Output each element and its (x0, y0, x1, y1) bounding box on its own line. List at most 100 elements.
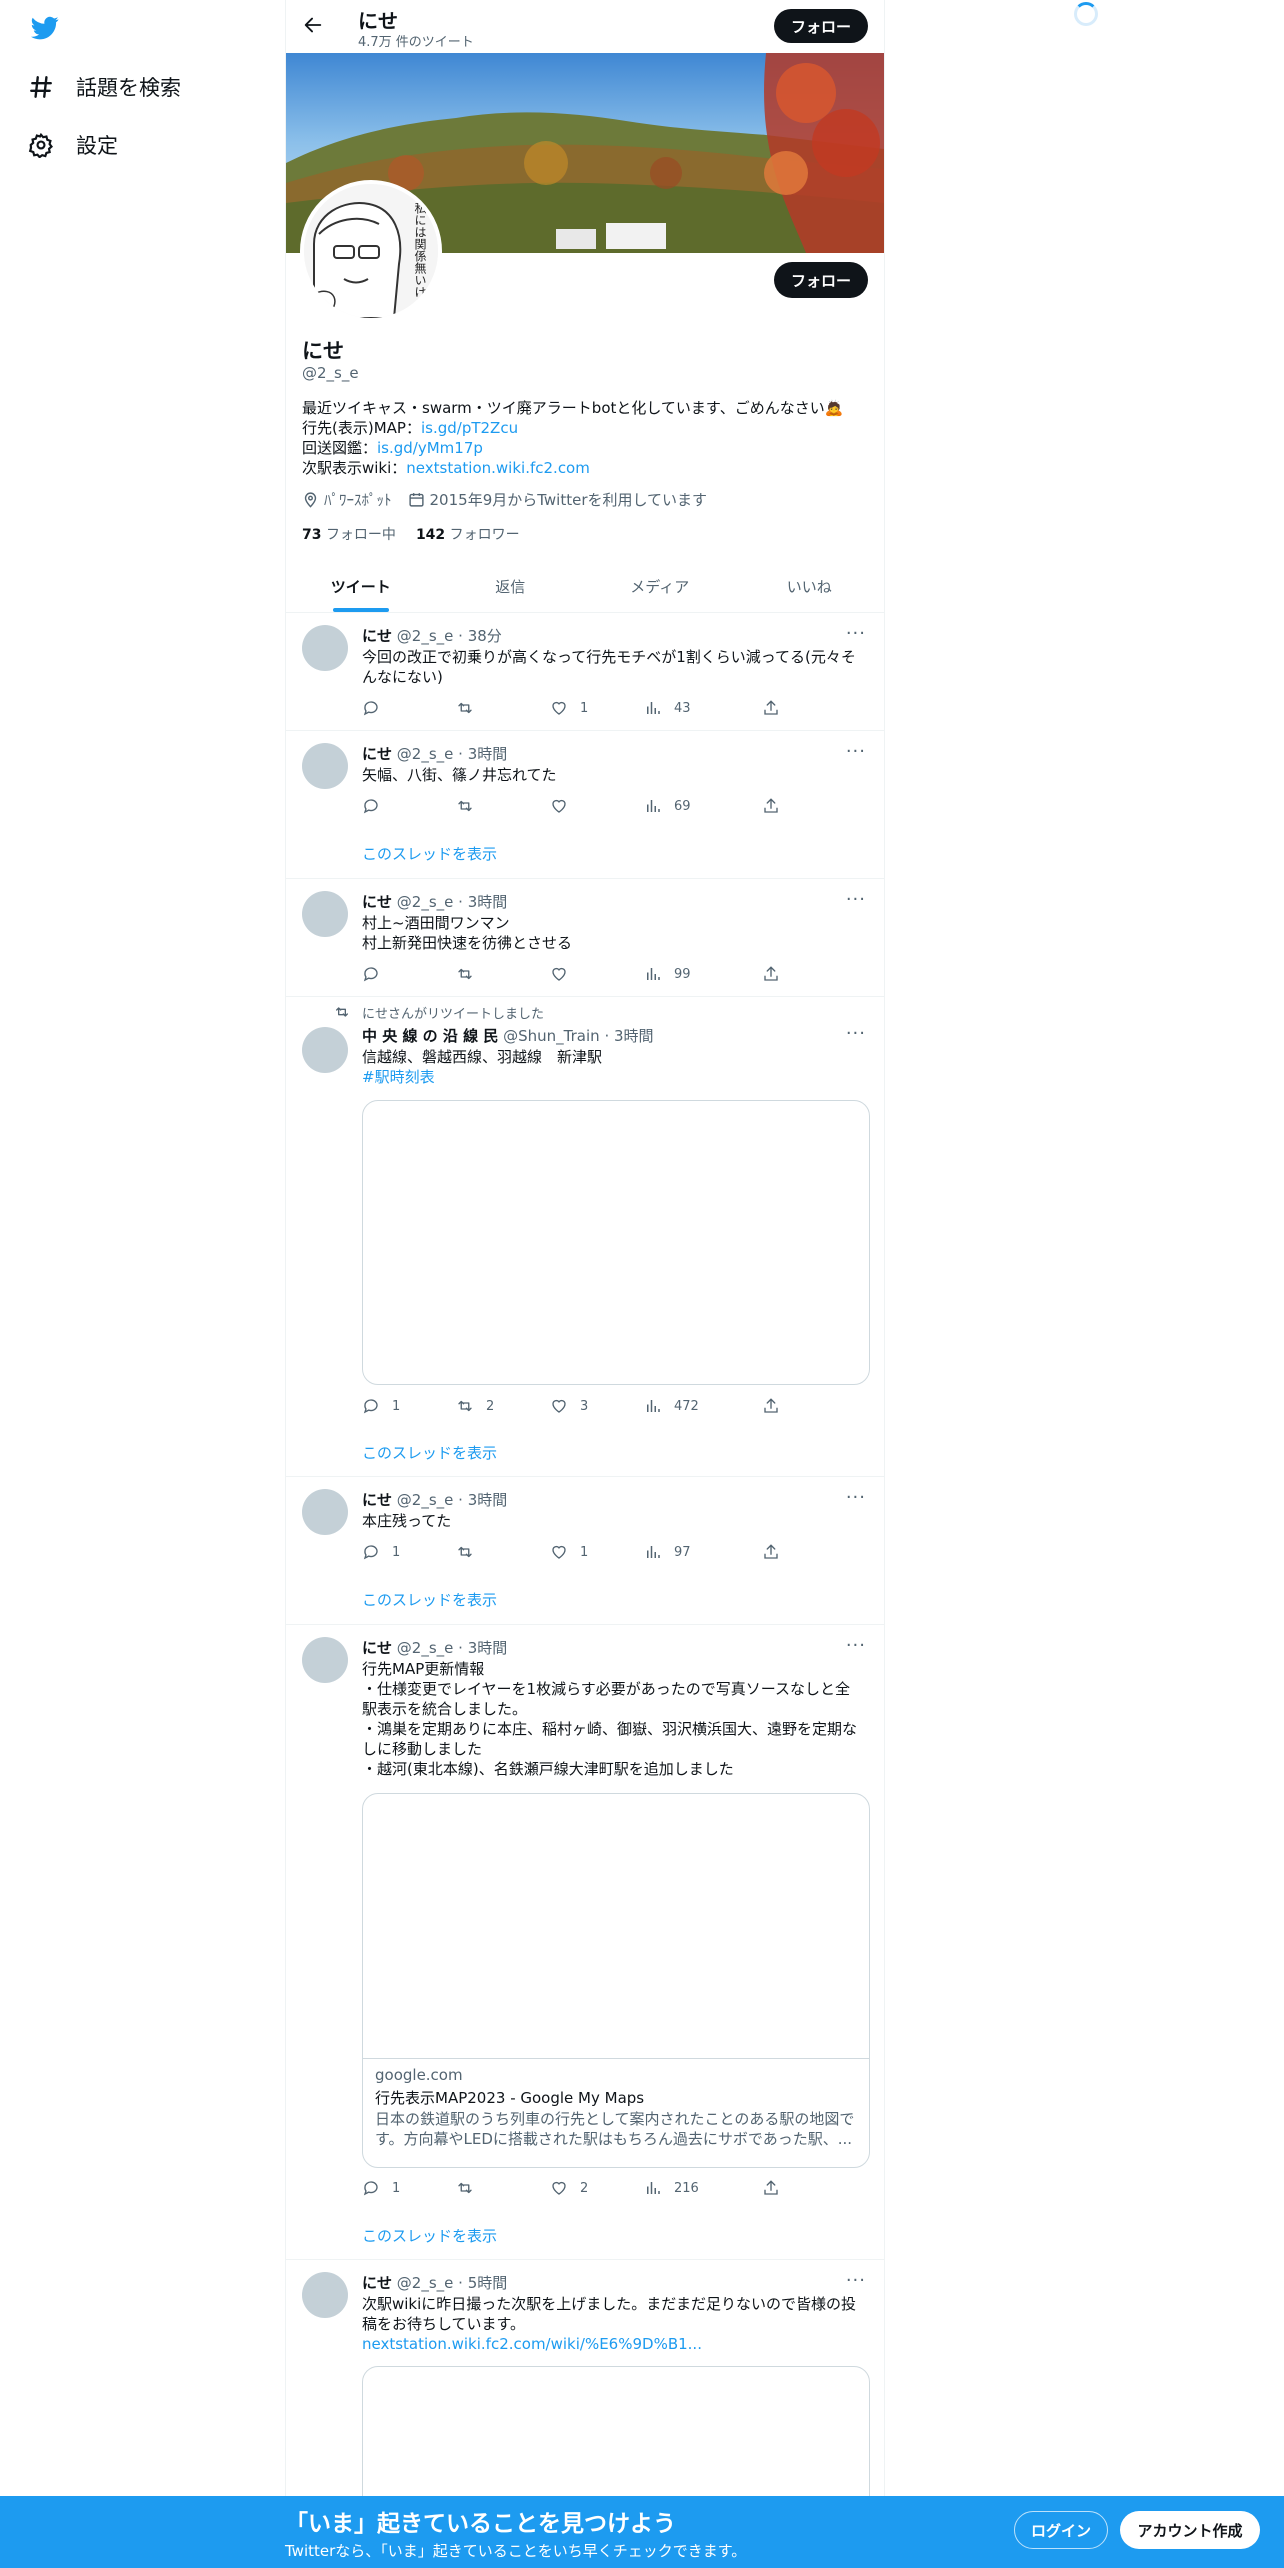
profile-follow-button[interactable]: フォロー (774, 262, 868, 298)
more-options-icon[interactable]: ··· (846, 889, 866, 910)
show-thread-link[interactable]: このスレッドを表示 (362, 1442, 497, 1463)
reply-button[interactable]: 1 (362, 1397, 400, 1415)
tweet-time[interactable]: 3時間 (468, 745, 508, 763)
tweet-time[interactable]: 3時間 (468, 893, 508, 911)
tweet[interactable]: にせ @2_s_e · 3時間 ··· 矢幅、八街、篠ノ井忘れてた 69 このス… (286, 731, 884, 879)
tweet-time[interactable]: 5時間 (468, 2274, 508, 2292)
tweet-author-name[interactable]: にせ (362, 627, 392, 645)
tweet[interactable]: にせ @2_s_e · 3時間 ··· 村上~酒田間ワンマン 村上新発田快速を彷… (286, 879, 884, 997)
link-card-domain: google.com (375, 2066, 463, 2084)
tab-likes[interactable]: いいね (735, 560, 885, 612)
bio-kaiso-link[interactable]: is.gd/yMm17p (377, 439, 483, 457)
tweet-time[interactable]: 3時間 (468, 1639, 508, 1657)
bio-line: 最近ツイキャス・swarm・ツイ廃アラートbotと化しています、ごめんなさい🙇 (302, 399, 844, 417)
tweet-avatar[interactable] (302, 1489, 348, 1535)
tweet-author-name[interactable]: 中 央 線 の 沿 線 民 (362, 1027, 498, 1045)
tweet[interactable]: にせ @2_s_e · 3時間 ··· 本庄残ってた 1 1 97 このスレッド… (286, 1477, 884, 1625)
tweet-avatar[interactable] (302, 1027, 348, 1073)
share-button[interactable] (762, 797, 780, 815)
retweet-button[interactable] (456, 699, 486, 717)
views-button[interactable]: 69 (644, 797, 691, 815)
tweet-avatar[interactable] (302, 2272, 348, 2318)
share-button[interactable] (762, 699, 780, 717)
views-count: 216 (674, 2180, 699, 2196)
tweet-author-name[interactable]: にせ (362, 1491, 392, 1509)
header-follow-button[interactable]: フォロー (774, 9, 868, 43)
retweeted-by-label[interactable]: にせさんがリツイートしました (362, 1003, 544, 1022)
reply-button[interactable] (362, 699, 392, 717)
more-options-icon[interactable]: ··· (846, 1487, 866, 1508)
share-button[interactable] (762, 1543, 780, 1561)
hashtag-link[interactable]: #駅時刻表 (362, 1068, 435, 1086)
views-count: 99 (674, 966, 691, 982)
show-thread-link[interactable]: このスレッドを表示 (362, 843, 497, 864)
nav-settings[interactable]: 設定 (28, 130, 118, 160)
bio-wiki-link[interactable]: nextstation.wiki.fc2.com (406, 459, 590, 477)
back-arrow-icon[interactable] (302, 14, 324, 36)
more-options-icon[interactable]: ··· (846, 1023, 866, 1044)
views-button[interactable]: 99 (644, 965, 691, 983)
retweet-button[interactable]: 2 (456, 1397, 494, 1415)
show-thread-link[interactable]: このスレッドを表示 (362, 1589, 497, 1610)
like-button[interactable]: 2 (550, 2179, 588, 2197)
nav-explore[interactable]: 話題を検索 (28, 72, 181, 102)
like-button[interactable]: 1 (550, 699, 588, 717)
tweet-text: 信越線、磐越西線、羽越線 新津駅 #駅時刻表 (362, 1047, 862, 1087)
calendar-icon (408, 493, 424, 507)
more-options-icon[interactable]: ··· (846, 741, 866, 762)
retweet-button[interactable] (456, 965, 486, 983)
tab-tweets[interactable]: ツイート (286, 560, 436, 612)
views-button[interactable]: 216 (644, 2179, 699, 2197)
tweet-author-name[interactable]: にせ (362, 745, 392, 763)
views-button[interactable]: 43 (644, 699, 691, 717)
login-button[interactable]: ログイン (1014, 2511, 1108, 2549)
heart-icon (552, 799, 566, 813)
views-button[interactable]: 97 (644, 1543, 691, 1561)
reply-button[interactable]: 1 (362, 1543, 400, 1561)
more-options-icon[interactable]: ··· (846, 623, 866, 644)
tweet-avatar[interactable] (302, 625, 348, 671)
show-thread-link[interactable]: このスレッドを表示 (362, 2225, 497, 2246)
retweet-button[interactable] (456, 2179, 486, 2197)
more-options-icon[interactable]: ··· (846, 2270, 866, 2291)
tweet-avatar[interactable] (302, 1637, 348, 1683)
share-button[interactable] (762, 965, 780, 983)
more-options-icon[interactable]: ··· (846, 1635, 866, 1656)
profile-avatar[interactable]: 私には関係無いけど (300, 180, 442, 322)
tweet[interactable]: にせ @2_s_e · 38分 ··· 今回の改正で初乗りが高くなって行先モチベ… (286, 613, 884, 731)
tweet-author-name[interactable]: にせ (362, 893, 392, 911)
retweet-button[interactable] (456, 797, 486, 815)
tweet-link[interactable]: nextstation.wiki.fc2.com/wiki/%E6%9D%B1.… (362, 2335, 702, 2353)
tweet[interactable]: にせ @2_s_e · 3時間 ··· 行先MAP更新情報 ・仕様変更でレイヤー… (286, 1625, 884, 2260)
like-button[interactable]: 3 (550, 1397, 588, 1415)
tweet-author-name[interactable]: にせ (362, 2274, 392, 2292)
tweet-author-name[interactable]: にせ (362, 1639, 392, 1657)
tweet[interactable]: にせさんがリツイートしました 中 央 線 の 沿 線 民 @Shun_Train… (286, 997, 884, 1477)
reply-button[interactable] (362, 965, 392, 983)
like-button[interactable] (550, 797, 580, 815)
reply-button[interactable]: 1 (362, 2179, 400, 2197)
tweet-time[interactable]: 3時間 (468, 1491, 508, 1509)
like-button[interactable]: 1 (550, 1543, 588, 1561)
tweet-avatar[interactable] (302, 891, 348, 937)
share-button[interactable] (762, 1397, 780, 1415)
bio-map-link[interactable]: is.gd/pT2Zcu (421, 419, 518, 437)
signup-button[interactable]: アカウント作成 (1120, 2511, 1260, 2549)
tab-media[interactable]: メディア (585, 560, 735, 612)
media-card[interactable] (362, 1100, 870, 1385)
share-button[interactable] (762, 2179, 780, 2197)
link-card[interactable]: google.com 行先表示MAP2023 - Google My Maps … (362, 1793, 870, 2168)
tab-replies[interactable]: 返信 (436, 560, 586, 612)
tweet-time[interactable]: 3時間 (614, 1027, 654, 1045)
like-count: 1 (580, 700, 589, 716)
reply-button[interactable] (362, 797, 392, 815)
twitter-bird-icon[interactable] (28, 14, 62, 42)
bio-label: 回送図鑑： (302, 439, 378, 457)
followers-link[interactable]: 142 フォロワー (416, 524, 520, 544)
retweet-button[interactable] (456, 1543, 486, 1561)
tweet-time[interactable]: 38分 (468, 627, 502, 645)
views-button[interactable]: 472 (644, 1397, 699, 1415)
like-button[interactable] (550, 965, 580, 983)
tweet-avatar[interactable] (302, 743, 348, 789)
following-link[interactable]: 73 フォロー中 (302, 524, 396, 544)
